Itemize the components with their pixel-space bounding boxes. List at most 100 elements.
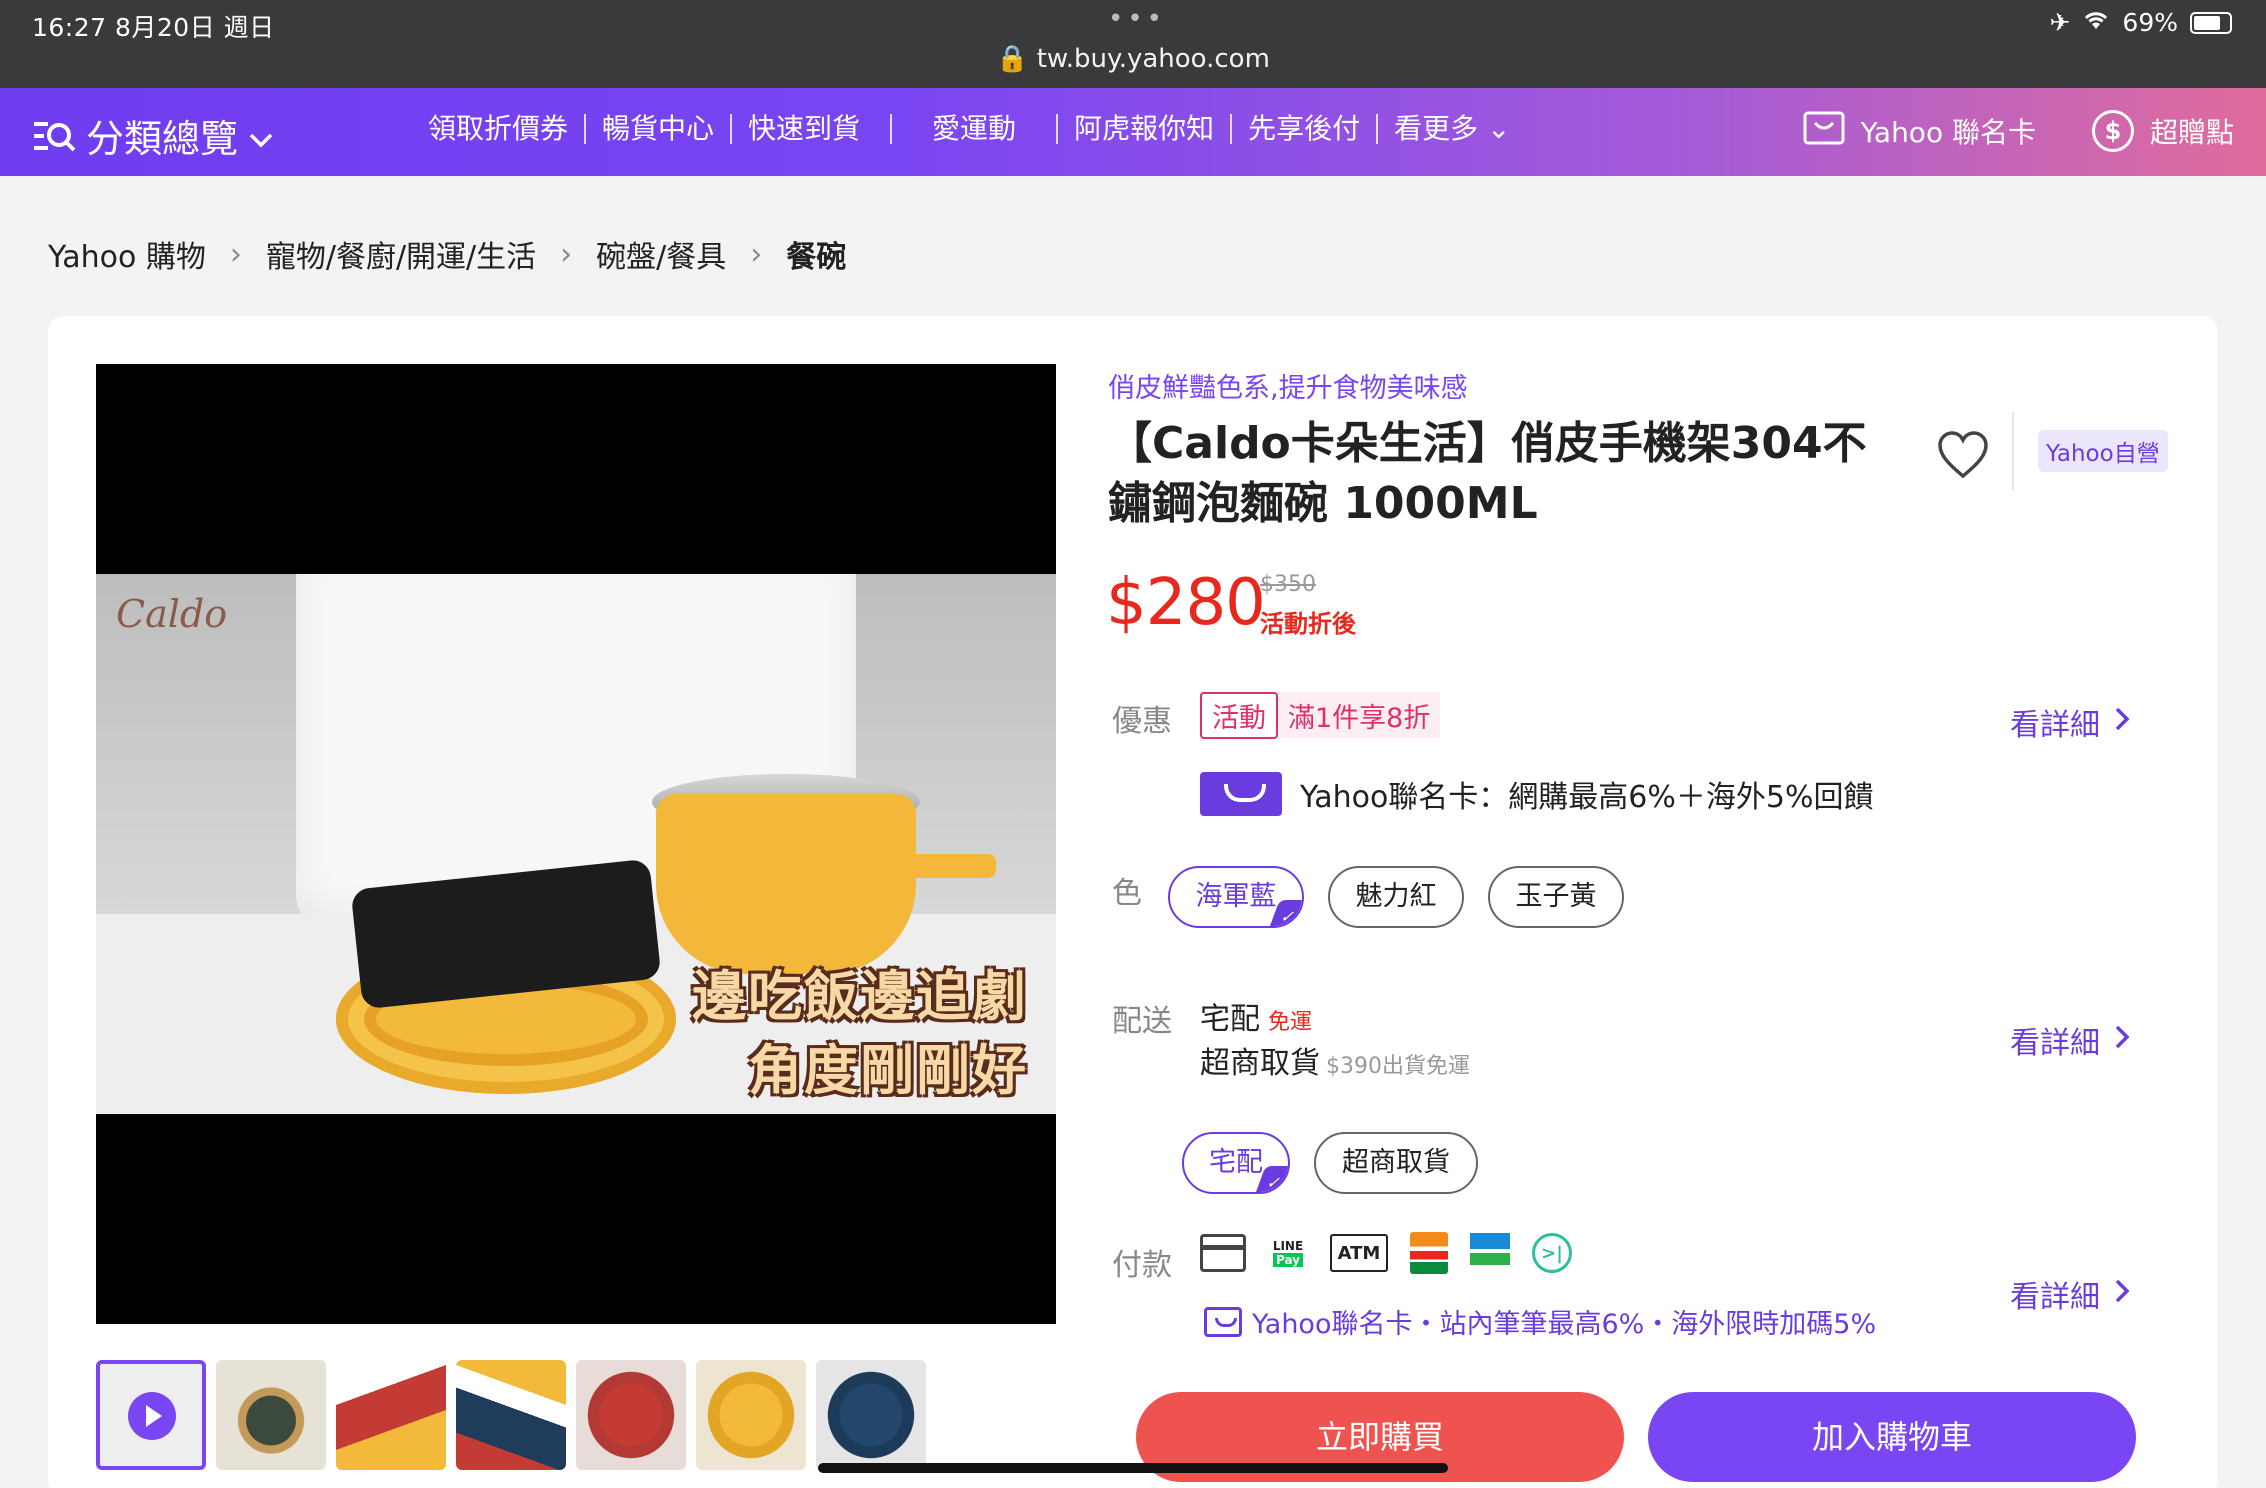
wifi-icon [2082,8,2110,37]
thumbnail-image[interactable] [696,1360,806,1470]
shipping-home-label: 宅配 [1200,1002,1260,1037]
price-note: 活動折後 [1260,610,1356,638]
chevron-down-icon [248,114,274,158]
payment-label: 付款 [1112,1248,1172,1283]
thumbnail-image[interactable] [456,1360,566,1470]
payment-detail-link[interactable]: 看詳細 [2010,1272,2130,1316]
familymart-icon [1470,1233,1510,1273]
product-title: 【Caldo卡朵生活】俏皮手機架304不鏽鋼泡麵碗 1000ML [1108,418,1867,529]
payment-promo-text: Yahoo聯名卡・站內筆筆最高6%・海外限時加碼5% [1252,1309,1877,1340]
play-icon [128,1392,176,1440]
video-frame: Caldo 邊吃飯邊追劇 角度剛剛好 [96,574,1056,1114]
shipping-detail-link[interactable]: 看詳細 [2010,1018,2130,1062]
co-brand-card-link[interactable]: Yahoo 聯名卡 [1861,111,2036,151]
promo-tag-text: 滿1件享8折 [1288,702,1431,734]
nav-right: Yahoo 聯名卡 $ 超贈點 [1803,110,2234,152]
shipping-home: 宅配 免運 [1200,994,1312,1038]
atm-icon: ATM [1330,1234,1388,1272]
heart-icon[interactable] [1936,430,1990,480]
co-brand-card-icon [1200,772,1282,816]
nav-link-bnpl[interactable]: 先享後付 [1232,114,1379,144]
points-link[interactable]: 超贈點 [2150,111,2234,151]
thumbnail-video[interactable] [96,1360,206,1470]
top-nav: 分類總覽 領取折價券 暢貨中心 快速到貨 愛運動 阿虎報你知 先享後付 看更多 … [0,88,2266,176]
color-option-red[interactable]: 魅力紅 [1328,866,1464,928]
battery-icon [2190,11,2232,34]
promo-detail-link[interactable]: 看詳細 [2010,700,2130,744]
store-shipping-note: $390出貨免運 [1326,1054,1470,1079]
home-indicator[interactable] [818,1463,1448,1473]
status-icons: ✈ 69% [2049,8,2232,37]
detail-label: 看詳細 [2010,1280,2100,1315]
promo-tag-label: 活動 [1200,691,1278,739]
detail-label: 看詳細 [2010,1026,2100,1061]
more-dots-icon[interactable]: ••• [1108,4,1166,34]
line-pay-icon: LINE Pay [1272,1239,1304,1267]
chevron-right-icon [2114,1023,2130,1058]
breadcrumb-home[interactable]: Yahoo 購物 [48,232,206,276]
thumbnail-image[interactable] [336,1360,446,1470]
video-caption: 邊吃飯邊追劇 [692,965,1028,1028]
breadcrumb-category[interactable]: 寵物/餐廚/開運/生活 [266,232,536,276]
nav-link-coupons[interactable]: 領取折價券 [412,114,587,144]
breadcrumb-current[interactable]: 餐碗 [786,232,846,276]
breadcrumb: Yahoo 購物 › 寵物/餐廚/開運/生活 › 碗盤/餐具 › 餐碗 [48,232,846,276]
airplane-icon: ✈ [2049,8,2071,37]
battery-percent: 69% [2122,8,2178,37]
free-shipping-badge: 免運 [1268,1010,1313,1035]
seven-eleven-icon [1410,1232,1448,1274]
dollar-icon: $ [2091,110,2134,152]
shipping-store-label: 超商取貨 [1200,1046,1320,1081]
more-label: 看更多 [1394,112,1479,145]
nav-link-fast-delivery[interactable]: 快速到貨 [732,114,893,144]
nav-link-sports[interactable]: 愛運動 [892,114,1059,144]
chevron-right-icon: › [750,236,763,272]
video-caption: 角度剛剛好 [748,1039,1028,1102]
shipping-label: 配送 [1112,1004,1172,1039]
nav-link-more[interactable]: 看更多 ⌄ [1378,114,1526,144]
co-brand-card-icon [1803,111,1845,152]
co-brand-card-text: Yahoo聯名卡：網購最高6%＋海外5%回饋 [1300,780,1874,815]
detail-label: 看詳細 [2010,708,2100,743]
category-search-icon [34,121,76,151]
category-label: 分類總覽 [86,117,239,161]
thumbnail-image[interactable] [216,1360,326,1470]
original-price: $350 [1260,572,1316,597]
self-operated-badge: Yahoo自營 [2038,430,2168,472]
pay-later-icon: >| [1532,1233,1572,1273]
chevron-down-icon: ⌄ [1487,112,1511,145]
chevron-right-icon: › [560,236,573,272]
status-time: 16:27 8月20日 週日 [32,13,275,42]
thumbnail-strip [96,1360,926,1470]
color-option-navy[interactable]: 海軍藍 [1168,866,1304,928]
payment-promo: Yahoo聯名卡・站內筆筆最高6%・海外限時加碼5% [1204,1302,1876,1341]
product-video[interactable]: Caldo 邊吃飯邊追劇 角度剛剛好 [96,364,1056,1324]
nav-links: 領取折價券 暢貨中心 快速到貨 愛運動 阿虎報你知 先享後付 看更多 ⌄ [412,114,1526,144]
color-option-yellow[interactable]: 玉子黃 [1488,866,1624,928]
shipping-store: 超商取貨 $390出貨免運 [1200,1038,1470,1082]
thumbnail-image[interactable] [576,1360,686,1470]
chevron-right-icon [2114,705,2130,740]
chevron-right-icon [2114,1277,2130,1312]
breadcrumb-subcategory[interactable]: 碗盤/餐具 [596,232,726,276]
nav-link-outlet[interactable]: 暢貨中心 [586,114,733,144]
color-label: 色 [1112,876,1142,911]
sale-price: $280 [1106,566,1266,640]
caldo-logo: Caldo [116,592,228,636]
co-brand-card-icon [1204,1306,1242,1337]
credit-card-icon [1200,1234,1246,1272]
promo-tag: 活動 滿1件享8折 [1200,691,1441,739]
add-to-cart-button[interactable]: 加入購物車 [1648,1392,2136,1482]
nav-link-news[interactable]: 阿虎報你知 [1058,114,1233,144]
address-bar[interactable]: 🔒 tw.buy.yahoo.com [0,44,2266,74]
chevron-right-icon: › [229,236,242,272]
status-bar: 16:27 8月20日 週日 ••• 🔒 tw.buy.yahoo.com ✈ … [0,0,2266,88]
shipping-option-store[interactable]: 超商取貨 [1314,1132,1478,1194]
promo-label: 優惠 [1112,704,1172,739]
co-brand-card-promo: Yahoo聯名卡：網購最高6%＋海外5%回饋 [1200,772,1874,816]
url-text: tw.buy.yahoo.com [1036,44,1270,74]
shipping-option-home[interactable]: 宅配 [1182,1132,1290,1194]
category-menu-button[interactable]: 分類總覽 [32,108,274,163]
product-subtitle: 俏皮鮮豔色系,提升食物美味感 [1108,373,1468,404]
thumbnail-image[interactable] [816,1360,926,1470]
